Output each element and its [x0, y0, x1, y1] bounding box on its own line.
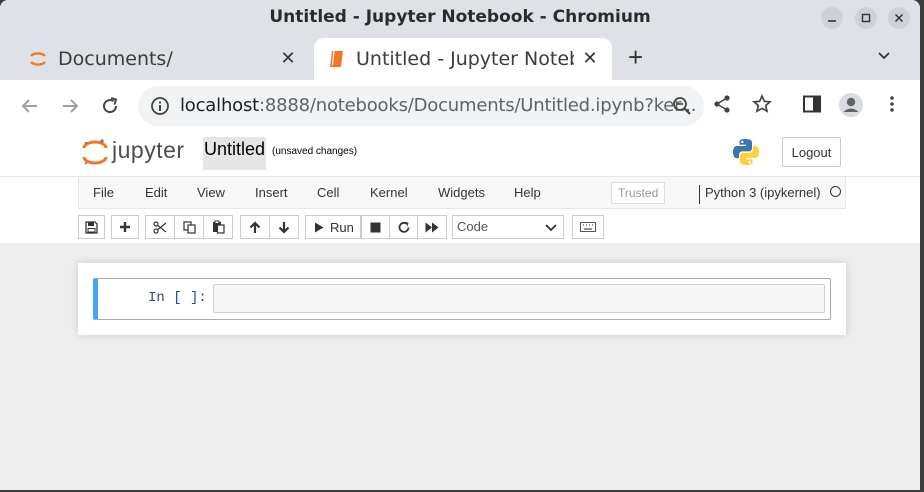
title-bar: Untitled - Jupyter Notebook - Chromium [0, 0, 920, 34]
kebab-menu-icon[interactable] [882, 94, 902, 114]
profile-avatar-icon[interactable] [838, 92, 864, 118]
run-button[interactable]: Run [305, 215, 361, 239]
forward-button[interactable] [58, 94, 82, 118]
python-logo-icon [733, 139, 759, 165]
share-icon[interactable] [712, 94, 732, 114]
cell-prompt: In [ ]: [148, 290, 207, 306]
menu-kernel[interactable]: Kernel [370, 185, 408, 200]
tab-documents[interactable]: Documents/ ✕ [18, 38, 310, 80]
notebook-name[interactable]: Untitled [203, 137, 267, 170]
arrow-up-icon [249, 220, 261, 233]
move-down-button[interactable] [269, 215, 299, 239]
scissors-icon [153, 220, 167, 234]
play-icon [315, 222, 324, 232]
menu-widgets[interactable]: Widgets [438, 185, 485, 200]
menu-cell[interactable]: Cell [317, 185, 339, 200]
url-host: localhost [180, 95, 259, 116]
cell-type-select[interactable]: Code [452, 215, 564, 239]
chevron-down-icon[interactable] [876, 48, 892, 64]
move-up-button[interactable] [240, 215, 270, 239]
stop-icon [370, 222, 381, 232]
copy-icon [182, 220, 196, 234]
menubar-container: File Edit View Insert Cell Kernel Widget… [0, 176, 920, 243]
command-palette-button[interactable] [572, 215, 604, 239]
close-window-button[interactable] [888, 7, 910, 29]
browser-toolbar: localhost:8888/notebooks/Documents/Untit… [0, 80, 920, 132]
arrow-left-icon [21, 99, 37, 113]
url-text: localhost:8888/notebooks/Documents/Untit… [180, 95, 696, 116]
jupyter-page: jupyter Untitled (unsaved changes) Logou… [0, 132, 920, 490]
minimize-button[interactable] [821, 7, 843, 29]
jupyter-icon [30, 52, 46, 66]
tab-label: Untitled - Jupyter Notebook [356, 48, 574, 70]
logout-button[interactable]: Logout [782, 137, 841, 167]
tab-strip: Documents/ ✕ Untitled - Jupyter Notebook… [0, 34, 920, 80]
save-button[interactable] [78, 215, 105, 239]
jupyter-logo-icon[interactable] [82, 138, 108, 168]
arrow-down-icon [278, 221, 290, 234]
kernel-status-icon [830, 186, 841, 197]
copy-button[interactable] [174, 215, 204, 239]
browser-window: Untitled - Jupyter Notebook - Chromium D… [0, 0, 920, 490]
zoom-icon[interactable] [672, 96, 692, 116]
cell-type-value: Code [457, 219, 489, 234]
reload-button[interactable] [98, 94, 122, 118]
insert-cell-button[interactable] [111, 215, 139, 239]
menu-file[interactable]: File [93, 185, 114, 200]
info-icon[interactable] [150, 96, 170, 116]
close-tab-button[interactable]: ✕ [580, 48, 600, 68]
jupyter-header: jupyter Untitled (unsaved changes) Logou… [0, 132, 920, 176]
tab-untitled-notebook[interactable]: Untitled - Jupyter Notebook ✕ [314, 38, 612, 80]
address-bar[interactable]: localhost:8888/notebooks/Documents/Untit… [138, 86, 704, 126]
paste-button[interactable] [203, 215, 233, 239]
chevron-down-icon [545, 224, 557, 232]
trusted-indicator[interactable]: Trusted [611, 182, 666, 204]
restart-icon [398, 221, 409, 233]
restart-button[interactable] [389, 215, 418, 239]
new-tab-button[interactable]: + [628, 44, 643, 70]
maximize-button[interactable] [855, 7, 877, 29]
menu-view[interactable]: View [197, 185, 225, 200]
fast-forward-icon [425, 222, 439, 232]
save-icon [85, 220, 98, 234]
keyboard-icon [580, 222, 596, 232]
minimize-icon [828, 20, 836, 22]
run-label: Run [330, 219, 354, 235]
menubar: File Edit View Insert Cell Kernel Widget… [78, 177, 846, 209]
jupyter-brand[interactable]: jupyter [112, 137, 185, 164]
plus-icon [120, 222, 130, 232]
close-icon [894, 13, 904, 23]
arrow-right-icon [63, 99, 79, 113]
kernel-name[interactable]: Python 3 (ipykernel) [699, 185, 821, 204]
notebook-container: In [ ]: [78, 263, 846, 335]
close-tab-button[interactable]: ✕ [278, 48, 298, 68]
interrupt-button[interactable] [361, 215, 390, 239]
paste-icon [212, 220, 225, 234]
window-title: Untitled - Jupyter Notebook - Chromium [269, 7, 651, 27]
back-button[interactable] [18, 94, 42, 118]
tab-label: Documents/ [58, 48, 173, 70]
menu-insert[interactable]: Insert [255, 185, 288, 200]
maximize-icon [861, 13, 871, 23]
cell-input[interactable] [213, 284, 825, 313]
notebook-icon [330, 50, 343, 67]
menu-edit[interactable]: Edit [145, 185, 167, 200]
menu-help[interactable]: Help [514, 185, 541, 200]
bookmark-star-icon[interactable] [752, 94, 772, 114]
cut-button[interactable] [145, 215, 175, 239]
save-status: (unsaved changes) [272, 146, 358, 157]
side-panel-icon[interactable] [802, 94, 822, 114]
url-path: :8888/notebooks/Documents/Untitled.ipynb… [259, 95, 697, 116]
reload-icon [103, 97, 118, 114]
restart-run-all-button[interactable] [417, 215, 447, 239]
code-cell[interactable]: In [ ]: [93, 278, 831, 320]
